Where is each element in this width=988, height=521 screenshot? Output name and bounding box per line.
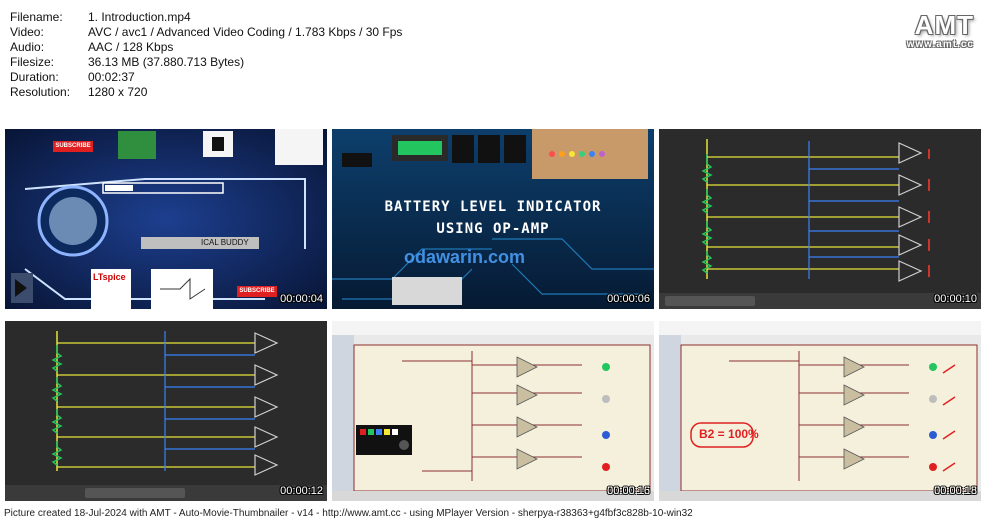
thumbnail-4-timestamp: 00:00:12: [280, 485, 323, 497]
info-row-video: Video: AVC / avc1 / Advanced Video Coding…: [10, 25, 403, 39]
brand-watermark: odawarin.com: [404, 247, 526, 267]
subscribe-badge-2: SUBSCRIBE: [237, 286, 277, 297]
subscribe-badge: SUBSCRIBE: [53, 141, 93, 152]
footer-credit: Picture created 18-Jul-2024 with AMT - A…: [4, 508, 693, 519]
thumbnail-3[interactable]: 00:00:10: [659, 129, 981, 309]
thumbnail-1-art: [5, 129, 327, 309]
thumbnail-5[interactable]: 00:00:16: [332, 321, 654, 501]
ltspice-logo: LTspice: [93, 272, 126, 282]
info-row-filename: Filename: 1. Introduction.mp4: [10, 10, 191, 24]
info-row-resolution: Resolution: 1280 x 720: [10, 85, 148, 99]
thumbnail-5-art: [332, 321, 654, 501]
video-title-line-1: BATTERY LEVEL INDICATOR: [384, 199, 602, 215]
thumbnail-1-timestamp: 00:00:04: [280, 293, 323, 305]
thumbnail-6[interactable]: B2 = 100% 00:00:18: [659, 321, 981, 501]
info-row-filesize: Filesize: 36.13 MB (37.880.713 Bytes): [10, 55, 245, 69]
thumbnail-2-art: [332, 129, 654, 309]
thumbnail-6-timestamp: 00:00:18: [934, 485, 977, 497]
info-row-duration: Duration: 00:02:37: [10, 70, 135, 84]
thumbnail-2-timestamp: 00:00:06: [607, 293, 650, 305]
thumbnail-4[interactable]: 00:00:12: [5, 321, 327, 501]
info-row-audio: Audio: AAC / 128 Kbps: [10, 40, 174, 54]
thumbnail-2[interactable]: BATTERY LEVEL INDICATOR USING OP-AMP oda…: [332, 129, 654, 309]
thumbnail-1[interactable]: SUBSCRIBE SUBSCRIBE ICAL BUDDY LTspice 0…: [5, 129, 327, 309]
thumbnail-3-art: [659, 129, 981, 309]
thumbnail-4-art: [5, 321, 327, 501]
buddy-label: ICAL BUDDY: [201, 238, 249, 247]
file-info: Filename: 1. Introduction.mp4 Video: AVC /…: [10, 10, 402, 100]
thumbnail-3-timestamp: 00:00:10: [934, 293, 977, 305]
thumbnail-6-art: [659, 321, 981, 501]
handwritten-note: B2 = 100%: [699, 427, 759, 441]
amt-logo: AMT www.amt.cc: [906, 10, 974, 50]
video-title-line-2: USING OP-AMP: [436, 221, 550, 237]
thumbnail-5-timestamp: 00:00:16: [607, 485, 650, 497]
